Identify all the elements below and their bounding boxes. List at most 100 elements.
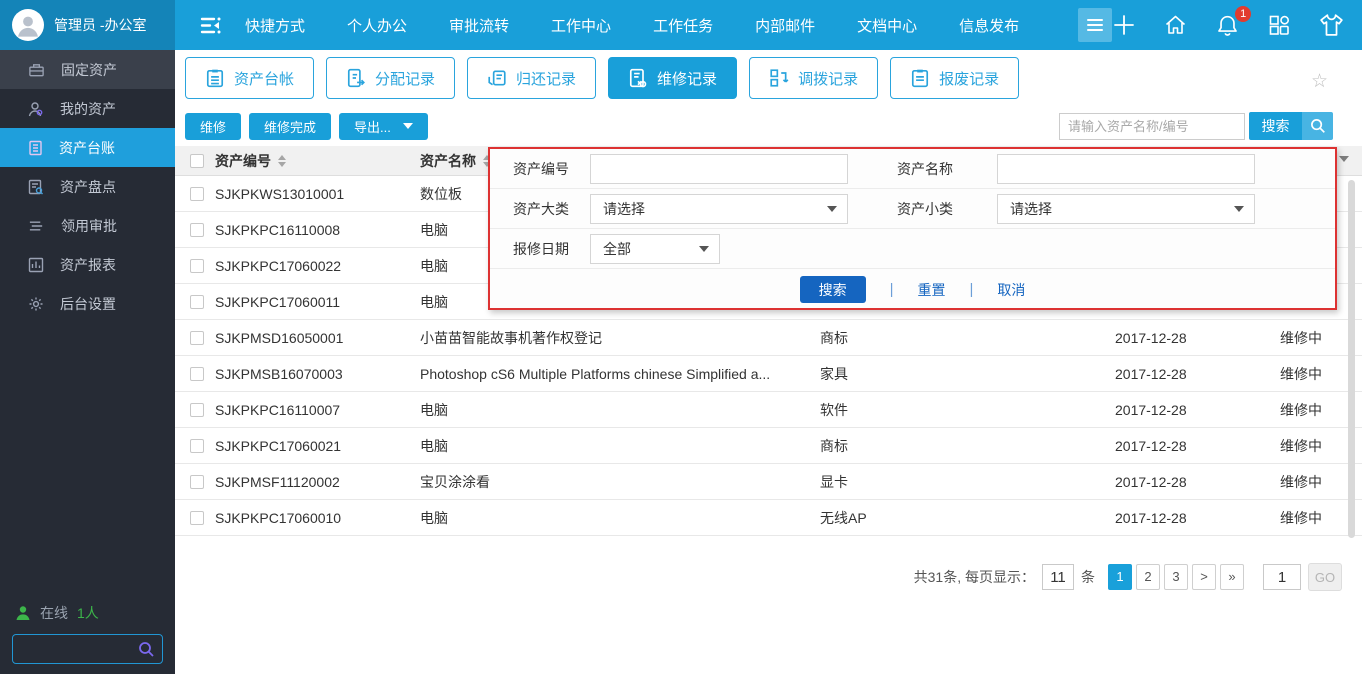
page-button-1[interactable]: 1 (1108, 564, 1132, 590)
tab-transfer-records[interactable]: 调拨记录 (749, 57, 879, 99)
home-icon[interactable] (1163, 13, 1188, 37)
sidebar-bottom: 在线 1人 (0, 603, 175, 664)
table-row[interactable]: SJKPMSF11120002 宝贝涂涂看 显卡 2017-12-28 维修中 (175, 464, 1362, 500)
sidebar-item-asset-ledger[interactable]: 资产台账 (0, 128, 175, 167)
tab-repair-records[interactable]: 维修记录 (608, 57, 738, 99)
header-asset-name: 资产名称 (420, 152, 476, 169)
nav-item-internal-mail[interactable]: 内部邮件 (734, 15, 836, 36)
nav-item-work-center[interactable]: 工作中心 (530, 15, 632, 36)
tab-allocation-records[interactable]: 分配记录 (326, 57, 456, 99)
tab-return-records[interactable]: 归还记录 (467, 57, 597, 99)
page-button-2[interactable]: 2 (1136, 564, 1160, 590)
page-button-3[interactable]: 3 (1164, 564, 1188, 590)
asset-name-input[interactable] (997, 153, 1255, 184)
repair-date-label: 报修日期 (513, 240, 569, 257)
search-icon[interactable] (138, 641, 155, 658)
nav-item-approval-flow[interactable]: 审批流转 (428, 15, 530, 36)
row-checkbox[interactable] (190, 366, 204, 381)
minor-category-select[interactable]: 请选择 (997, 193, 1255, 224)
favorite-star-icon[interactable]: ☆ (1311, 70, 1328, 93)
goto-page-input[interactable] (1263, 564, 1301, 590)
nav-item-info-publish[interactable]: 信息发布 (938, 15, 1040, 36)
search-icon[interactable] (1302, 112, 1333, 140)
person-icon (28, 101, 43, 116)
cell-asset-code: SJKPKPC17060010 (215, 509, 342, 526)
table-row[interactable]: SJKPKPC17060010 电脑 无线AP 2017-12-28 维修中 (175, 500, 1362, 536)
sidebar-item-my-assets[interactable]: 我的资产 (0, 89, 175, 128)
table-scrollbar[interactable] (1348, 180, 1355, 538)
quick-search: 搜索 (1059, 112, 1333, 140)
minor-category-label: 资产小类 (897, 200, 953, 217)
top-bar: 管理员 -办公室 快捷方式 个人办公 审批流转 工作中心 工作任务 内部邮件 文… (0, 0, 1362, 50)
theme-shirt-icon[interactable] (1318, 13, 1345, 37)
cell-asset-name: 电脑 (420, 401, 448, 418)
apps-grid-icon[interactable] (1267, 13, 1291, 37)
cell-date: 2017-12-28 (1115, 473, 1187, 490)
table-row[interactable]: SJKPKPC17060021 电脑 商标 2017-12-28 维修中 (175, 428, 1362, 464)
next-page-button[interactable]: > (1192, 564, 1216, 590)
add-icon[interactable] (1112, 13, 1136, 37)
repair-done-button[interactable]: 维修完成 (249, 112, 332, 140)
cell-asset-code: SJKPKPC17060021 (215, 437, 342, 454)
last-page-button[interactable]: » (1220, 564, 1244, 590)
table-row[interactable]: SJKPKPC16110007 电脑 软件 2017-12-28 维修中 (175, 392, 1362, 428)
nav-item-shortcuts[interactable]: 快捷方式 (224, 15, 326, 36)
repair-date-select[interactable]: 全部 (590, 233, 720, 264)
sidebar-item-label: 领用审批 (61, 217, 117, 234)
go-button[interactable]: GO (1308, 563, 1342, 591)
quick-search-button[interactable]: 搜索 (1249, 112, 1302, 140)
tab-asset-ledger[interactable]: 资产台帐 (185, 57, 315, 99)
asset-code-input[interactable] (590, 153, 848, 184)
sidebar-item-backend-settings[interactable]: 后台设置 (0, 284, 175, 323)
cell-asset-code: SJKPKWS13010001 (215, 185, 345, 202)
cell-category: 家具 (820, 365, 848, 382)
sidebar-item-requisition-approval[interactable]: 领用审批 (0, 206, 175, 245)
panel-row: 报修日期 全部 (490, 229, 1335, 269)
notifications-bell-icon[interactable]: 1 (1215, 5, 1252, 38)
panel-search-button[interactable]: 搜索 (799, 276, 866, 303)
select-value: 请选择 (1010, 200, 1052, 217)
sidebar-item-fixed-assets[interactable]: 固定资产 (0, 50, 175, 89)
nav-item-personal-office[interactable]: 个人办公 (326, 15, 428, 36)
cell-asset-code: SJKPKPC17060022 (215, 257, 342, 274)
user-area[interactable]: 管理员 -办公室 (0, 0, 175, 50)
chevron-down-icon (699, 245, 709, 252)
select-value: 全部 (603, 240, 631, 257)
export-button[interactable]: 导出... (339, 112, 428, 140)
panel-cancel-link[interactable]: 取消 (997, 280, 1025, 300)
table-row[interactable]: SJKPMSD16050001 小苗苗智能故事机著作权登记 商标 2017-12… (175, 320, 1362, 356)
row-checkbox[interactable] (190, 294, 204, 309)
sort-icon[interactable] (278, 154, 286, 167)
row-checkbox[interactable] (190, 402, 204, 417)
tab-scrap-records[interactable]: 报废记录 (890, 57, 1020, 99)
row-checkbox[interactable] (190, 258, 204, 273)
cell-category: 商标 (820, 437, 848, 454)
online-count: 1人 (77, 605, 99, 621)
row-checkbox[interactable] (190, 330, 204, 345)
row-checkbox[interactable] (190, 186, 204, 201)
sidebar-item-asset-reports[interactable]: 资产报表 (0, 245, 175, 284)
collapse-menu-icon[interactable] (197, 15, 224, 36)
table-row[interactable]: SJKPMSB16070003 Photoshop cS6 Multiple P… (175, 356, 1362, 392)
tab-label: 资产台帐 (234, 70, 295, 88)
row-checkbox[interactable] (190, 510, 204, 525)
sidebar-item-asset-inventory[interactable]: 资产盘点 (0, 167, 175, 206)
cell-asset-name: 小苗苗智能故事机著作权登记 (420, 329, 602, 346)
allocation-icon (347, 68, 365, 88)
row-checkbox[interactable] (190, 438, 204, 453)
row-checkbox[interactable] (190, 222, 204, 237)
repair-button[interactable]: 维修 (185, 112, 242, 140)
cell-category: 软件 (820, 401, 848, 418)
page-size-input[interactable] (1042, 564, 1074, 590)
column-chooser-icon[interactable] (1339, 156, 1349, 162)
menu-toggle-icon[interactable] (1078, 8, 1113, 42)
row-checkbox[interactable] (190, 474, 204, 489)
major-category-select[interactable]: 请选择 (590, 193, 848, 224)
nav-item-work-tasks[interactable]: 工作任务 (632, 15, 734, 36)
panel-reset-link[interactable]: 重置 (918, 280, 946, 300)
sidebar-item-label: 固定资产 (61, 61, 117, 78)
quick-search-input[interactable] (1059, 112, 1245, 140)
select-all-checkbox[interactable] (190, 153, 204, 168)
nav-item-document-center[interactable]: 文档中心 (836, 15, 938, 36)
asset-name-label: 资产名称 (897, 160, 953, 177)
